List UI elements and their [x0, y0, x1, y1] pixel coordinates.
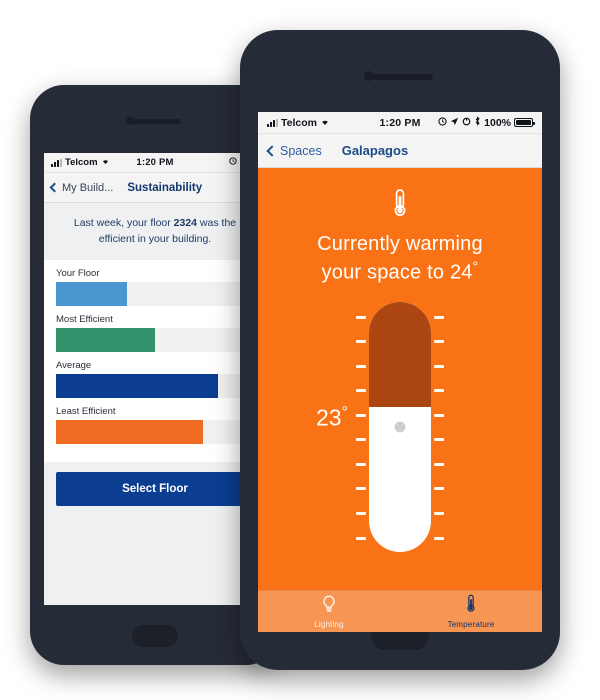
thermostat-handle[interactable] — [394, 421, 406, 433]
back-button-label: Spaces — [280, 143, 322, 158]
bar-label: Least Efficient — [56, 405, 116, 417]
bar-track — [56, 373, 254, 398]
bar-fill-your-floor — [56, 281, 128, 306]
heading-line-one: Currently warming — [317, 233, 483, 255]
front-phone-device: Telcom 1:20 PM 100% Spaces Galapagos Cur… — [240, 30, 560, 670]
bar-row-most-efficient: Most Efficient — [56, 314, 254, 352]
bar-track — [56, 281, 254, 306]
thermometer-icon — [390, 188, 410, 223]
floor-number: 2324 — [173, 217, 198, 229]
alarm-icon — [229, 157, 237, 168]
chevron-left-icon — [49, 182, 60, 193]
clock-label: 1:20 PM — [136, 157, 174, 168]
bluetooth-icon — [474, 116, 481, 129]
tick-marks-left — [356, 315, 366, 540]
wifi-icon — [101, 157, 110, 168]
bar-row-average: Average — [56, 360, 254, 398]
temperature-screen: Currently warming your space to 24° 23° — [258, 168, 542, 632]
thermometer-fill — [369, 301, 431, 407]
tab-label-temperature: Temperature — [447, 620, 495, 629]
chevron-left-icon — [266, 144, 278, 157]
cellular-signal-icon — [51, 158, 62, 167]
summary-suffix: was the — [197, 217, 237, 229]
lightbulb-icon — [321, 595, 337, 618]
bar-fill-least-efficient — [56, 419, 203, 444]
back-button[interactable]: Spaces — [266, 143, 322, 158]
tab-label-lighting: Lighting — [314, 619, 344, 629]
current-temperature-label: 23° — [316, 404, 348, 432]
select-floor-button[interactable]: Select Floor — [56, 471, 254, 506]
navigation-bar: Spaces Galapagos — [258, 134, 542, 168]
summary-line-two: efficient in your building. — [98, 232, 212, 245]
page-title: Galapagos — [341, 143, 409, 158]
summary-message: Last week, your floor 2324 was the effic… — [44, 203, 266, 260]
tick-marks-right — [434, 315, 444, 540]
clock-label: 1:20 PM — [379, 116, 421, 129]
thermometer-icon — [464, 594, 478, 618]
battery-percent-label: 100% — [484, 116, 511, 129]
earpiece-speaker — [367, 74, 433, 80]
status-bar: Telcom 1:20 PM — [44, 153, 266, 173]
location-icon — [450, 117, 459, 129]
alarm-icon — [438, 116, 447, 129]
bar-fill-average — [56, 373, 219, 398]
bar-label: Your Floor — [56, 267, 100, 279]
front-phone-screen: Telcom 1:20 PM 100% Spaces Galapagos Cur… — [258, 112, 542, 632]
bar-fill-most-efficient — [56, 327, 155, 352]
back-phone-screen: Telcom 1:20 PM My Build... Sustainabilit… — [44, 153, 266, 605]
page-title: Sustainability — [127, 181, 203, 194]
carrier-label: Telcom — [65, 157, 98, 168]
tab-temperature[interactable]: Temperature — [400, 591, 542, 632]
tab-bar: Lighting Temperature — [258, 590, 542, 632]
earpiece-speaker — [129, 119, 181, 124]
wifi-icon — [320, 117, 330, 129]
select-floor-container: Select Floor — [44, 461, 266, 506]
cellular-signal-icon — [267, 118, 278, 127]
back-button[interactable]: My Build... — [49, 181, 114, 194]
screenshot-stage: Telcom 1:20 PM My Build... Sustainabilit… — [0, 0, 600, 700]
bar-row-your-floor: Your Floor — [56, 268, 254, 306]
heading-line-two: your space to 24 — [321, 261, 473, 284]
status-bar: Telcom 1:20 PM — [258, 112, 542, 134]
summary-prefix: Last week, your floor — [73, 217, 174, 229]
current-temperature-value: 23 — [316, 404, 342, 431]
navigation-bar: My Build... Sustainability — [44, 173, 266, 203]
bar-track — [56, 419, 254, 444]
rotation-lock-icon — [462, 117, 471, 129]
degree-symbol: ° — [341, 404, 348, 422]
bar-track — [56, 327, 254, 352]
bar-label: Most Efficient — [56, 313, 113, 325]
carrier-label: Telcom — [281, 116, 317, 129]
bar-row-least-efficient: Least Efficient — [56, 406, 254, 444]
tab-lighting[interactable]: Lighting — [258, 591, 400, 632]
bar-label: Average — [56, 359, 92, 371]
back-button-label: My Build... — [62, 181, 114, 194]
sustainability-content: Last week, your floor 2324 was the effic… — [44, 203, 266, 605]
thermostat-slider[interactable]: 23° — [310, 301, 490, 552]
degree-symbol: ° — [472, 258, 479, 274]
home-button[interactable] — [132, 625, 178, 647]
status-heading: Currently warming your space to 24° — [317, 231, 483, 286]
battery-icon — [514, 118, 535, 127]
efficiency-chart: Your Floor Most Efficient Average Least … — [44, 259, 266, 462]
